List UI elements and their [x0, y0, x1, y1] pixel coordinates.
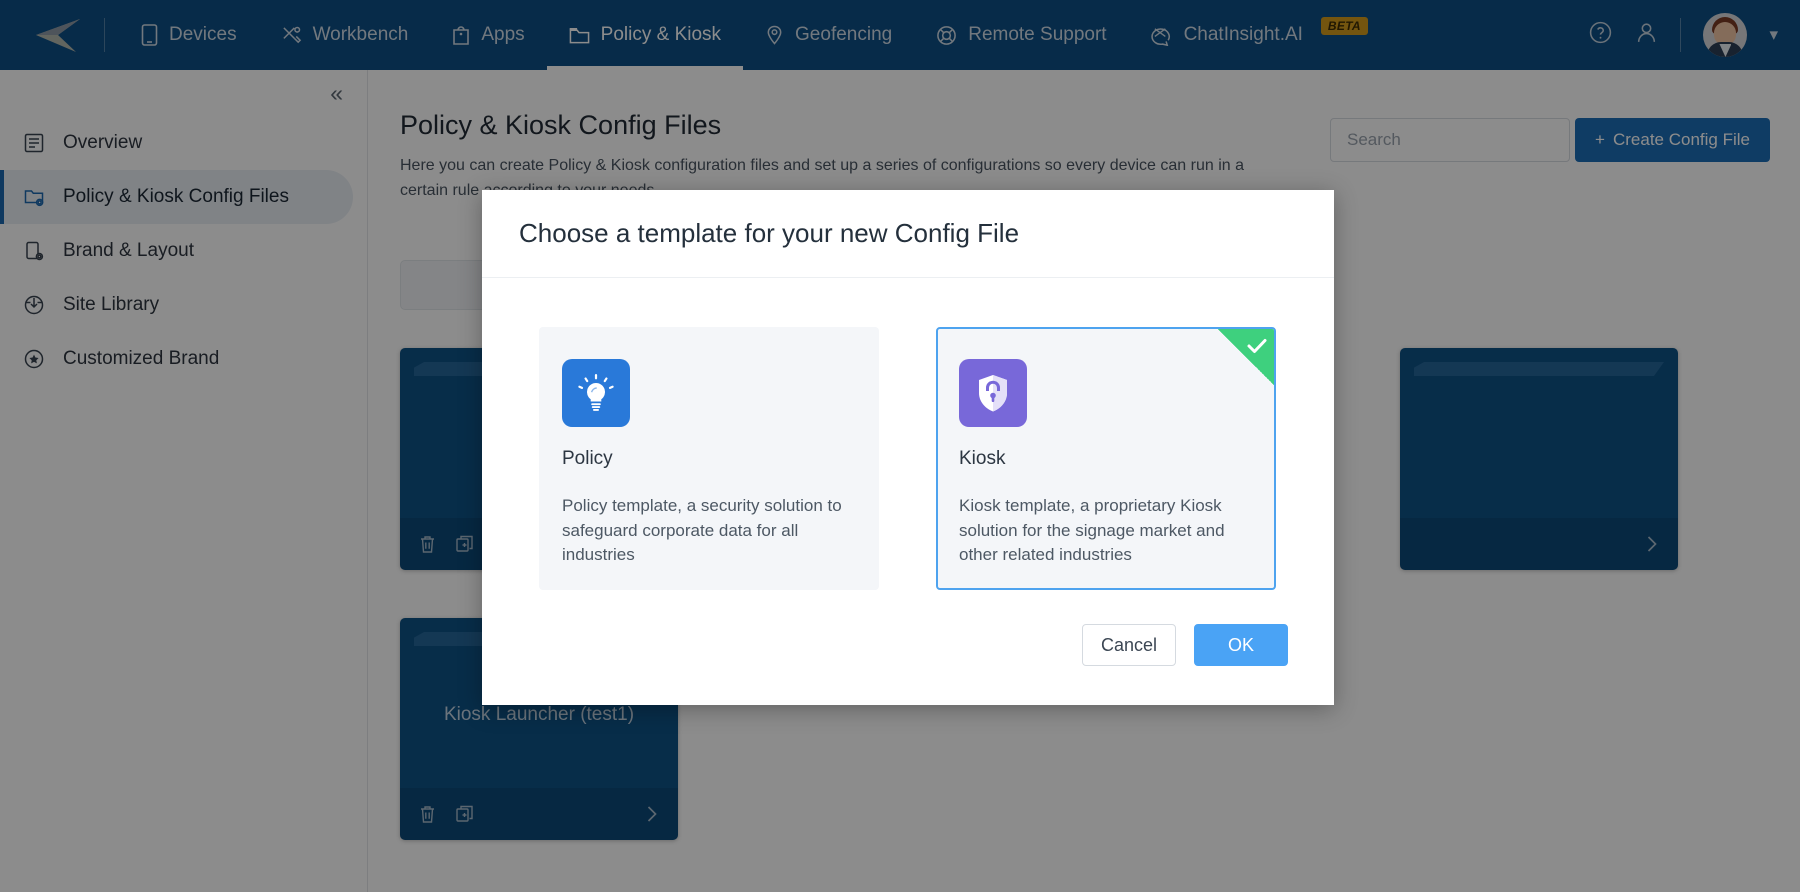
cancel-button[interactable]: Cancel	[1082, 624, 1176, 666]
selected-check-badge	[1218, 329, 1274, 385]
choose-template-dialog: Choose a template for your new Config Fi…	[482, 190, 1334, 705]
template-name: Kiosk	[959, 448, 1006, 469]
ok-button[interactable]: OK	[1194, 624, 1288, 666]
template-description: Kiosk template, a proprietary Kiosk solu…	[959, 496, 1225, 565]
app-root: Devices Workbench Apps Policy & Kiosk Ge…	[0, 0, 1800, 892]
dialog-header: Choose a template for your new Config Fi…	[482, 190, 1334, 278]
template-description: Policy template, a security solution to …	[562, 496, 842, 565]
template-option-policy[interactable]: Policy Policy template, a security solut…	[539, 327, 879, 590]
dialog-title: Choose a template for your new Config Fi…	[519, 218, 1020, 248]
dialog-footer: Cancel OK	[482, 597, 1334, 705]
template-name: Policy	[562, 448, 613, 469]
lightbulb-icon	[562, 359, 630, 427]
check-icon	[1247, 339, 1267, 353]
template-options: Policy Policy template, a security solut…	[482, 278, 1334, 597]
shield-lock-icon	[959, 359, 1027, 427]
template-option-kiosk[interactable]: Kiosk Kiosk template, a proprietary Kios…	[936, 327, 1276, 590]
